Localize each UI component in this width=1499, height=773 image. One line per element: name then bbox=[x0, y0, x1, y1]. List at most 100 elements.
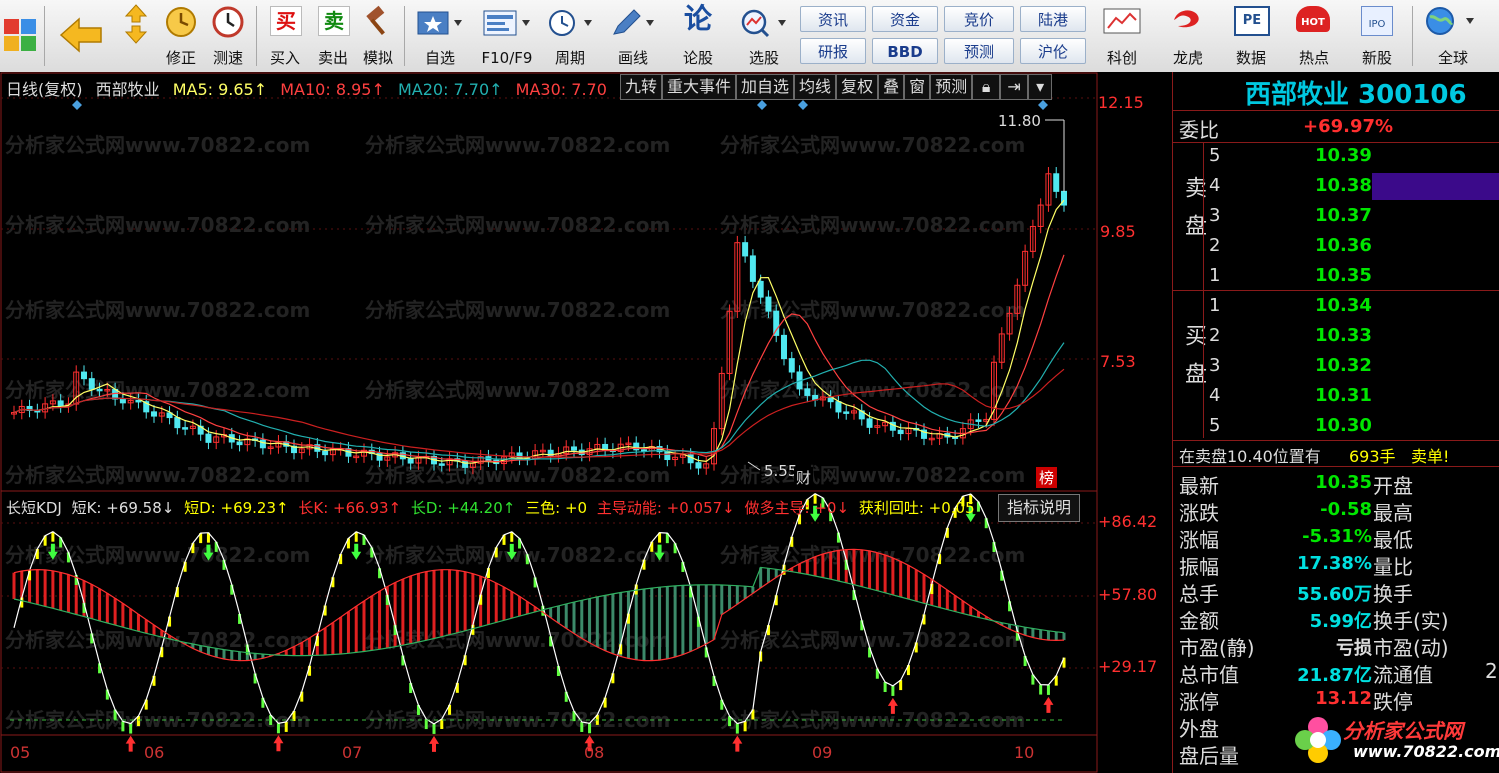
indicator-axis-label: +86.42 bbox=[1098, 512, 1158, 531]
stat-label: 金额 bbox=[1179, 609, 1219, 633]
simulate-button[interactable]: 模拟 bbox=[356, 0, 400, 70]
price-axis-label: 7.53 bbox=[1100, 352, 1136, 371]
dragon-tiger-button[interactable]: 龙虎 bbox=[1158, 0, 1218, 70]
candle-body bbox=[765, 296, 772, 312]
chevron-down-icon[interactable]: ▾ bbox=[1028, 74, 1053, 100]
sell-price-5: 10.39 bbox=[1315, 145, 1372, 166]
stat-label: 涨幅 bbox=[1179, 528, 1219, 552]
billboard-marker[interactable]: 榜 bbox=[1036, 467, 1058, 488]
candle-body bbox=[835, 401, 842, 413]
global-button[interactable]: 全球 bbox=[1414, 0, 1492, 70]
shanghai-london-button[interactable]: 沪伦 bbox=[1020, 38, 1086, 64]
stat-label: 总市值 bbox=[1179, 663, 1239, 687]
long-d-value: 长D: +44.20↑ bbox=[410, 499, 516, 517]
data-button[interactable]: PE 数据 bbox=[1222, 0, 1280, 70]
auction-button[interactable]: 竞价 bbox=[944, 6, 1014, 32]
buy-level-4: 4 bbox=[1209, 385, 1221, 406]
watermark-text: 分析家公式网www.70822.com bbox=[365, 298, 670, 322]
indicator-axis-label: +57.80 bbox=[1098, 585, 1158, 604]
hk-connect-button[interactable]: 陆港 bbox=[1020, 6, 1086, 32]
stat-label-right: 换手(实) bbox=[1373, 609, 1449, 633]
indicator-help-button[interactable]: 指标说明 bbox=[998, 494, 1081, 522]
pin-right-icon[interactable]: ⇥ bbox=[1000, 74, 1029, 100]
price-axis-label: 12.15 bbox=[1098, 93, 1144, 112]
major-events-button[interactable]: 重大事件 bbox=[662, 74, 737, 100]
jiuzhuan-button[interactable]: 九转 bbox=[620, 74, 663, 100]
adjust-button[interactable]: 复权 bbox=[836, 74, 879, 100]
period-button[interactable]: 周期 bbox=[542, 0, 598, 70]
discuss-button[interactable]: 论 论股 bbox=[668, 0, 728, 70]
research-button[interactable]: 研报 bbox=[800, 38, 866, 64]
event-diamond bbox=[757, 100, 767, 110]
candle-body bbox=[174, 417, 181, 429]
long-dominant-value: 做多主导: +0↓ bbox=[744, 499, 850, 517]
min-price-label: 5.55 bbox=[764, 462, 798, 480]
ma30-value: MA30: 7.70 bbox=[515, 80, 607, 99]
sell-price-3: 10.37 bbox=[1315, 205, 1372, 226]
main-toolbar: 修正 测速 买 买入 卖 卖出 模拟 自选 F10/F9 周期 画线 论 论股 … bbox=[0, 0, 1499, 73]
back-button[interactable] bbox=[54, 0, 108, 70]
stat-value: -0.58 bbox=[1320, 499, 1372, 520]
buy-arrow bbox=[125, 735, 136, 752]
ma-button[interactable]: 均线 bbox=[794, 74, 837, 100]
watermark-text: 分析家公式网www.70822.com bbox=[365, 543, 670, 567]
select-stock-button[interactable]: 选股 bbox=[734, 0, 794, 70]
forecast-button[interactable]: 预测 bbox=[944, 38, 1014, 64]
draw-line-button[interactable]: 画线 bbox=[604, 0, 662, 70]
event-diamond bbox=[72, 100, 82, 110]
bbd-button[interactable]: BBD bbox=[872, 38, 938, 64]
watchlist-button[interactable]: 自选 bbox=[410, 0, 470, 70]
watermark-text: 分析家公式网www.70822.com bbox=[365, 133, 670, 157]
sell-button[interactable]: 卖 卖出 bbox=[310, 0, 356, 70]
buy-arrow bbox=[429, 735, 439, 752]
buy-button[interactable]: 买 买入 bbox=[262, 0, 308, 70]
flower-logo-icon bbox=[1295, 717, 1341, 763]
kline-chart-area[interactable]: 分析家公式网www.70822.com 分析家公式网www.70822.com 分析… bbox=[0, 72, 1172, 773]
revise-clock-button[interactable]: 修正 bbox=[160, 0, 202, 70]
period-label: 日线(复权) bbox=[6, 80, 83, 99]
period-label: 周期 bbox=[554, 49, 585, 67]
revise-button[interactable] bbox=[114, 0, 156, 70]
candle-body bbox=[119, 398, 126, 404]
stat-label: 振幅 bbox=[1179, 555, 1219, 579]
buy-price-2: 10.33 bbox=[1315, 325, 1372, 346]
buy-level-2: 2 bbox=[1209, 325, 1221, 346]
indicator-axis-label: +29.17 bbox=[1098, 657, 1158, 676]
news-button[interactable]: 资讯 bbox=[800, 6, 866, 32]
lock-icon[interactable]: 🔒︎ bbox=[972, 74, 1001, 100]
kechuang-button[interactable]: 科创 bbox=[1094, 0, 1150, 70]
funds-button[interactable]: 资金 bbox=[872, 6, 938, 32]
candle-body bbox=[57, 400, 64, 407]
ma-line bbox=[13, 254, 1065, 463]
grid-icon bbox=[4, 19, 36, 51]
kline-chart-svg[interactable]: 分析家公式网www.70822.com 分析家公式网www.70822.com 分析… bbox=[0, 72, 1172, 773]
hot-button[interactable]: HOT 热点 bbox=[1284, 0, 1344, 70]
divider bbox=[1173, 110, 1499, 111]
finance-marker[interactable]: 财 bbox=[794, 467, 814, 488]
add-watchlist-button[interactable]: 加自选 bbox=[736, 74, 795, 100]
stat-label-right: 流通值 bbox=[1373, 663, 1433, 687]
buy-price-1: 10.34 bbox=[1315, 295, 1372, 316]
month-label: 06 bbox=[144, 743, 165, 762]
month-label: 07 bbox=[342, 743, 363, 762]
f10-button[interactable]: F10/F9 bbox=[474, 0, 540, 70]
watermark-text: 分析家公式网www.70822.com bbox=[720, 213, 1025, 237]
window-button[interactable]: 窗 bbox=[904, 74, 931, 100]
stat-value: 17.38% bbox=[1297, 553, 1372, 574]
ipo-icon: IPO bbox=[1361, 6, 1393, 36]
toolbar-separator bbox=[404, 6, 405, 66]
price-info-bar: 日线(复权) 西部牧业 MA5: 9.65↑ MA10: 8.95↑ MA20:… bbox=[6, 76, 615, 100]
forecast-chart-button[interactable]: 预测 bbox=[930, 74, 973, 100]
speed-test-button[interactable]: 测速 bbox=[206, 0, 250, 70]
ipo-button[interactable]: IPO 新股 bbox=[1348, 0, 1406, 70]
kechuang-label: 科创 bbox=[1106, 49, 1137, 67]
candle-body bbox=[742, 242, 749, 257]
menu-grid-button[interactable] bbox=[0, 0, 40, 70]
order-notice-qty: 693手 bbox=[1349, 447, 1396, 466]
watermark-text: 分析家公式网www.70822.com bbox=[720, 378, 1025, 402]
sell-level-4: 4 bbox=[1209, 175, 1221, 196]
candle-body bbox=[88, 378, 95, 390]
overlay-button[interactable]: 叠 bbox=[878, 74, 905, 100]
toolbar-separator bbox=[44, 6, 45, 66]
stock-title: 西部牧业 300106 bbox=[1245, 80, 1467, 110]
